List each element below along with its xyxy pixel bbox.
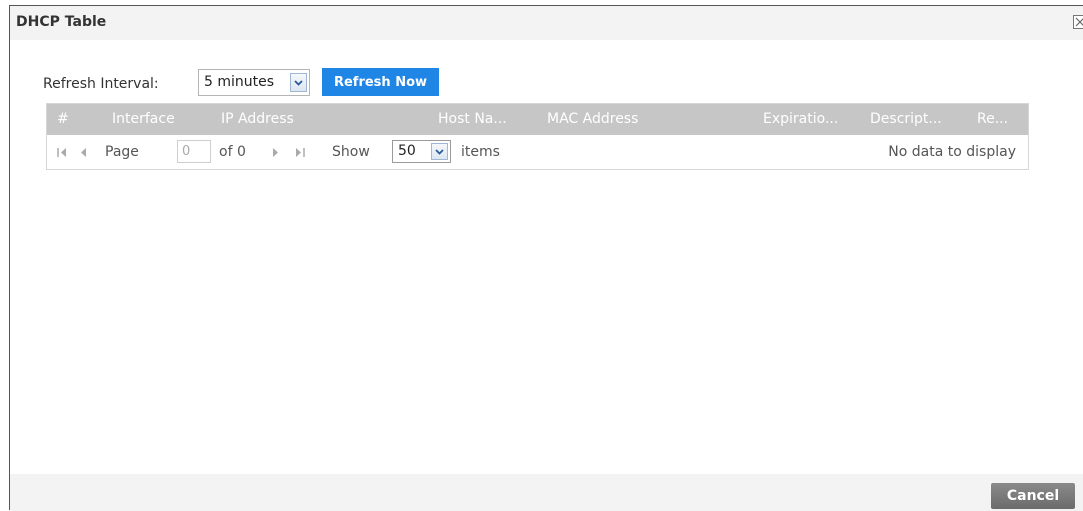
column-header-index[interactable]: # [57,111,69,127]
column-header-reserve[interactable]: Re... [977,111,1008,127]
grid-header: # Interface IP Address Host Na... MAC Ad… [47,104,1028,135]
dhcp-grid: # Interface IP Address Host Na... MAC Ad… [46,103,1029,170]
dhcp-table-dialog: DHCP Table Refresh Interval: 5 minutes R… [9,5,1083,511]
column-header-ip-address[interactable]: IP Address [221,111,294,127]
next-page-icon[interactable] [272,146,279,162]
grid-pager: Page of 0 Show 50 items No data to displ… [47,135,1028,169]
dialog-footer: Cancel [10,474,1083,511]
items-per-page-select[interactable]: 50 [392,140,451,163]
chevron-down-icon[interactable] [431,143,448,160]
chevron-down-icon[interactable] [290,73,307,92]
column-header-description[interactable]: Descript... [870,111,942,127]
close-icon[interactable] [1073,15,1083,29]
first-page-icon[interactable] [57,146,67,162]
column-header-interface[interactable]: Interface [112,111,175,127]
no-data-message: No data to display [888,144,1016,160]
column-header-mac-address[interactable]: MAC Address [547,111,638,127]
previous-page-icon[interactable] [80,146,87,162]
show-label: Show [332,144,370,160]
cancel-button[interactable]: Cancel [991,483,1075,509]
refresh-interval-label: Refresh Interval: [43,76,159,92]
dialog-title: DHCP Table [16,14,107,30]
page-count-label: of 0 [219,144,246,160]
refresh-now-button[interactable]: Refresh Now [322,68,439,96]
column-header-host-name[interactable]: Host Na... [438,111,507,127]
refresh-interval-value: 5 minutes [204,74,275,90]
last-page-icon[interactable] [295,146,305,162]
items-label: items [461,144,500,160]
column-header-expiration[interactable]: Expiratio... [763,111,838,127]
items-per-page-value: 50 [398,143,416,159]
page-number-input[interactable] [177,140,211,163]
page-label: Page [105,144,139,160]
refresh-interval-select[interactable]: 5 minutes [198,69,310,96]
dialog-titlebar: DHCP Table [10,6,1083,40]
